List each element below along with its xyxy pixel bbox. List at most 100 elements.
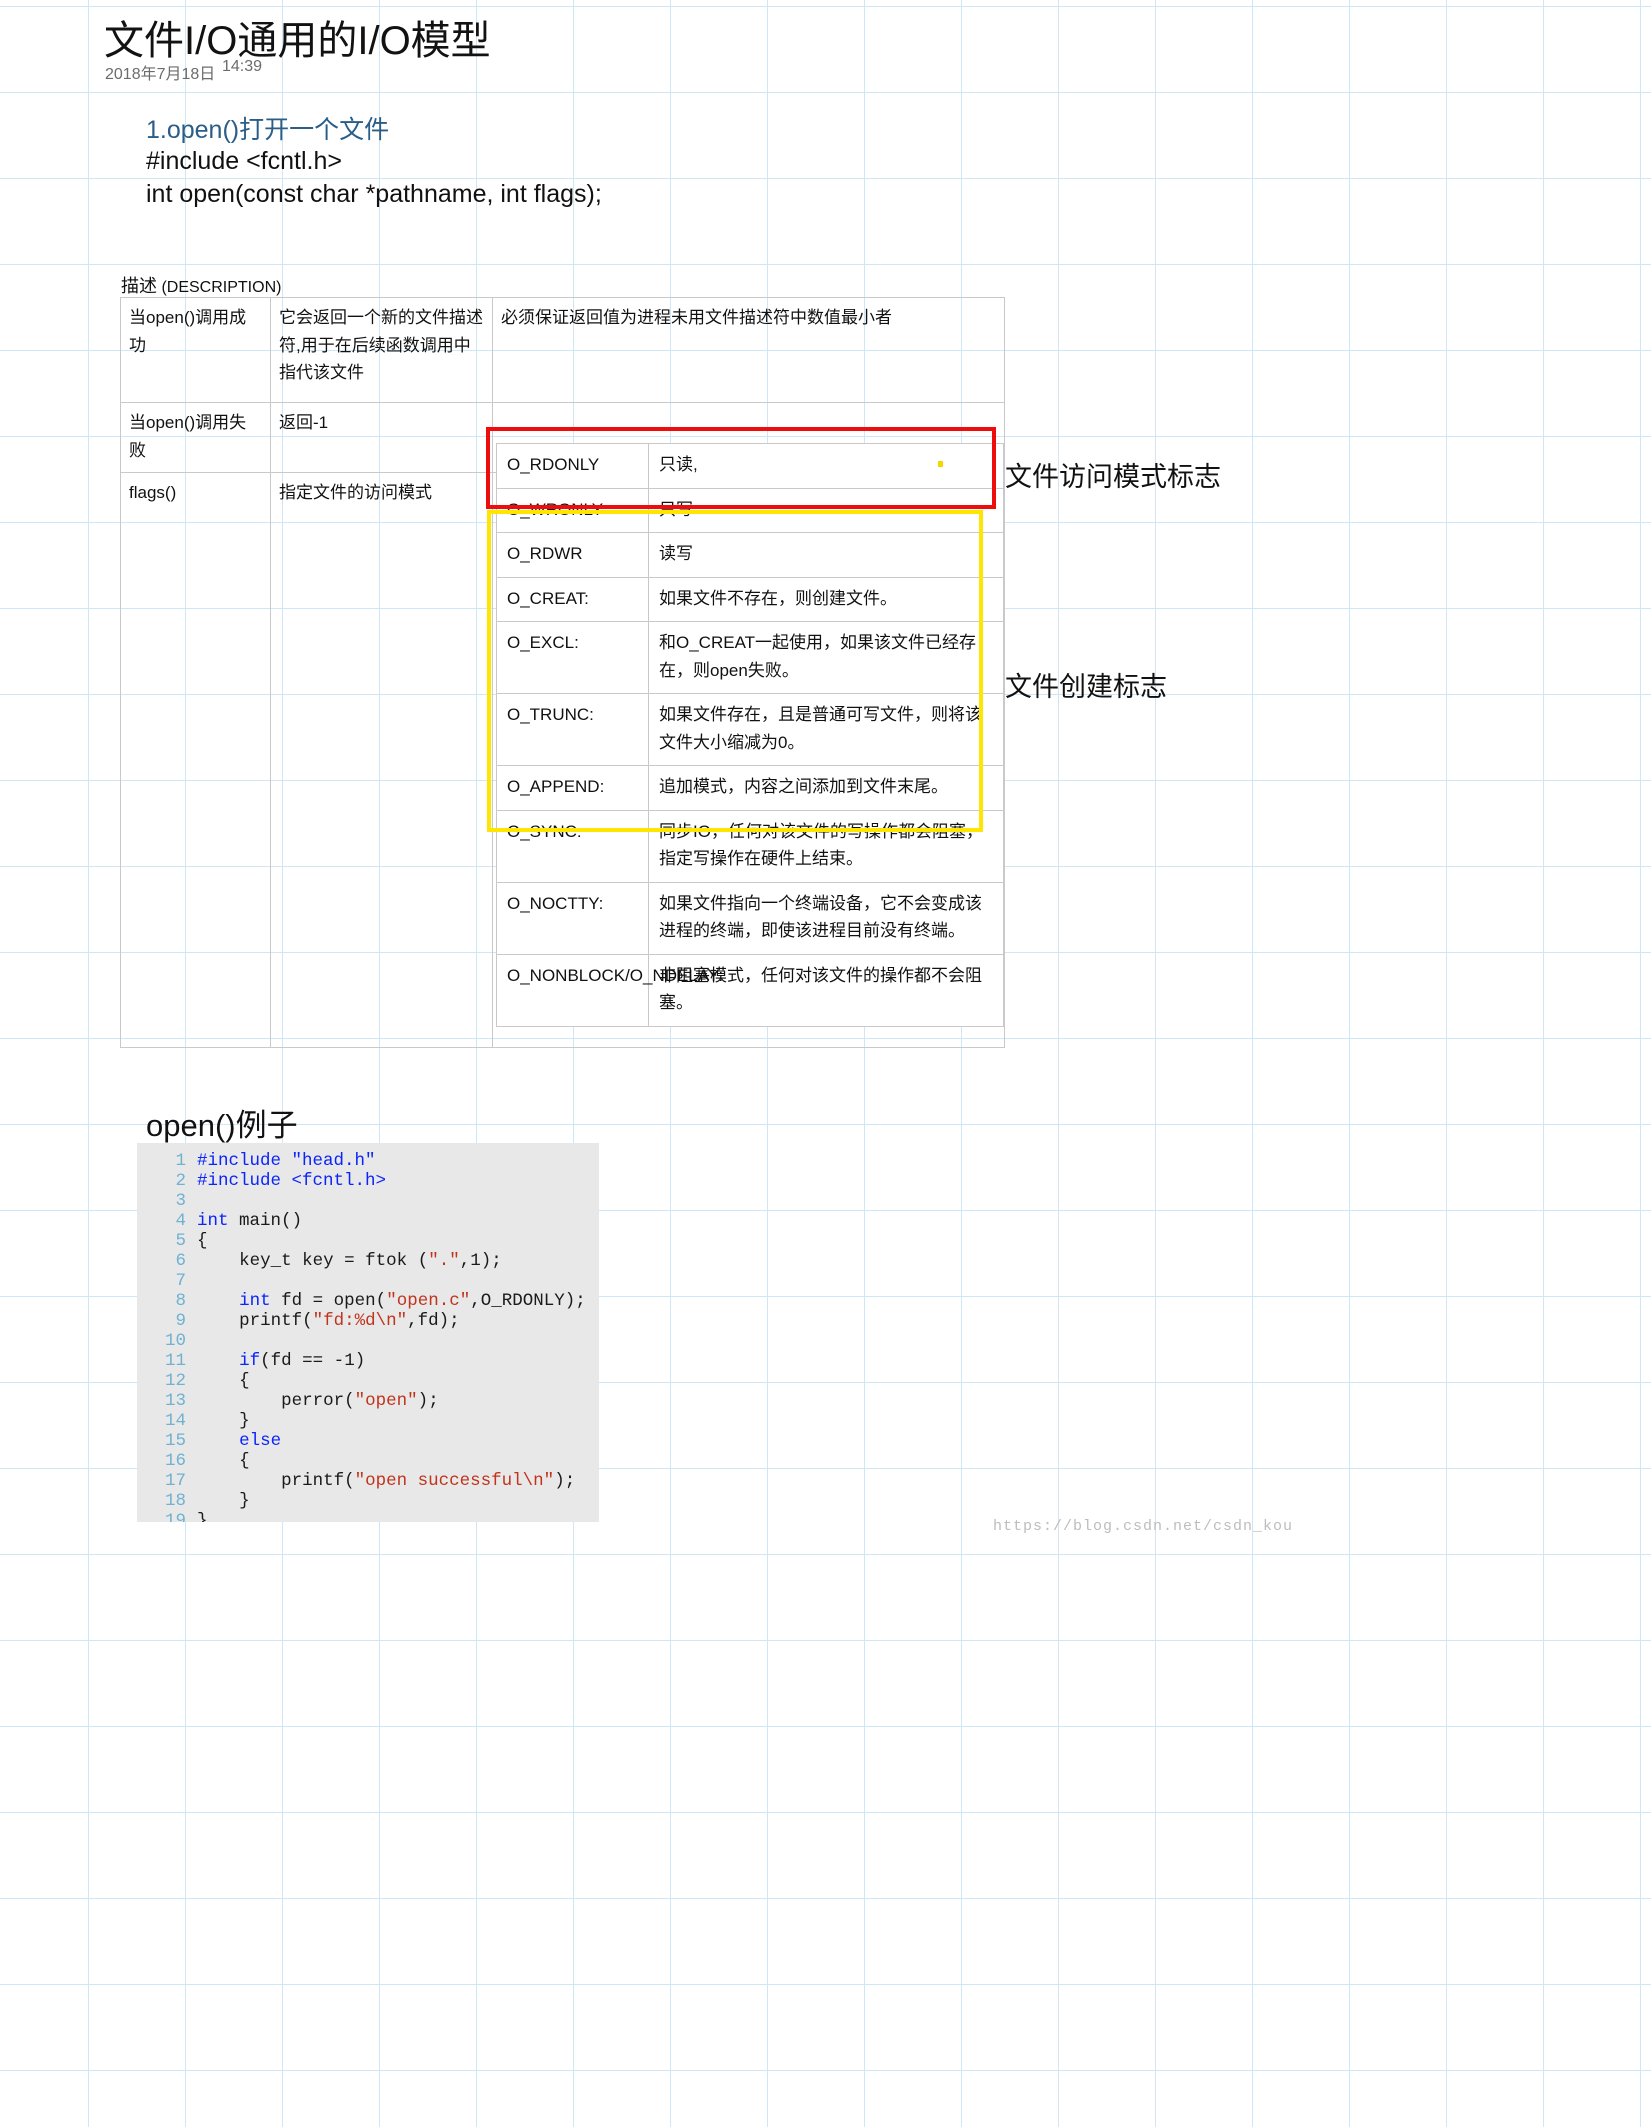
table-row: O_EXCL: 和O_CREAT一起使用，如果该文件已经存在，则open失败。: [496, 621, 1004, 695]
line-content: printf("open successful\n");: [281, 1471, 576, 1491]
code-line: 7: [137, 1271, 599, 1291]
line-number: 10: [164, 1331, 186, 1351]
line-number: 16: [164, 1451, 186, 1471]
table-row: O_RDWR 读写: [496, 532, 1004, 578]
cell-note: 必须保证返回值为进程未用文件描述符中数值最小者: [492, 297, 1005, 403]
annotation-create-flag: 文件创建标志: [1005, 672, 1167, 702]
line-number: 6: [175, 1251, 186, 1271]
page-title: 文件I/O通用的I/O模型: [104, 19, 491, 63]
example-heading: open()例子: [146, 1108, 298, 1143]
line-content: int main(): [197, 1211, 303, 1231]
line-number: 1: [175, 1151, 186, 1171]
line-content: int fd = open("open.c",O_RDONLY);: [239, 1291, 586, 1311]
flag-name: O_TRUNC:: [496, 693, 649, 767]
flag-name: O_SYNC:: [496, 809, 649, 883]
flag-name: O_APPEND:: [496, 765, 649, 811]
line-content: }: [197, 1511, 208, 1522]
code-line: 11 if(fd == -1): [137, 1351, 599, 1371]
open-prototype: int open(const char *pathname, int flags…: [146, 180, 602, 208]
table-row: O_APPEND: 追加模式，内容之间添加到文件末尾。: [496, 765, 1004, 811]
code-line: 6 key_t key = ftok (".",1);: [137, 1251, 599, 1271]
flag-desc: 非阻塞模式，任何对该文件的操作都不会阻塞。: [648, 953, 1004, 1027]
line-content: }: [239, 1491, 250, 1511]
code-line: 9 printf("fd:%d\n",fd);: [137, 1311, 599, 1331]
line-content: {: [239, 1451, 250, 1471]
line-number: 11: [164, 1351, 186, 1371]
flag-name: O_EXCL:: [496, 621, 649, 695]
code-line: 8 int fd = open("open.c",O_RDONLY);: [137, 1291, 599, 1311]
line-content: }: [239, 1411, 250, 1431]
code-line: 1 #include "head.h": [137, 1151, 599, 1171]
page-date: 2018年7月18日: [105, 66, 216, 83]
table-row: O_CREAT: 如果文件不存在，则创建文件。: [496, 576, 1004, 623]
watermark: https://blog.csdn.net/csdn_kou: [993, 1518, 1294, 1535]
flag-desc: 如果文件不存在，则创建文件。: [648, 576, 1004, 623]
flag-desc: 只读,: [648, 443, 1004, 489]
include-statement: #include <fcntl.h>: [146, 147, 342, 175]
line-number: 2: [175, 1171, 186, 1191]
line-number: 3: [175, 1191, 186, 1211]
line-number: 4: [175, 1211, 186, 1231]
flag-desc: 如果文件存在，且是普通可写文件，则将该文件大小缩减为0。: [648, 693, 1004, 767]
yellow-marker-dot: [938, 461, 943, 467]
cell-result: 返回-1: [270, 401, 493, 474]
code-line: 19}: [137, 1511, 599, 1522]
line-number: 8: [175, 1291, 186, 1311]
flag-desc: 和O_CREAT一起使用，如果该文件已经存在，则open失败。: [648, 621, 1004, 695]
flag-desc: 读写: [648, 532, 1004, 578]
line-content: #include "head.h": [197, 1151, 376, 1171]
table-row: O_NONBLOCK/O_NDELAY: 非阻塞模式，任何对该文件的操作都不会阻塞…: [496, 953, 1004, 1027]
line-number: 5: [175, 1231, 186, 1251]
code-line: 18 }: [137, 1491, 599, 1511]
flag-name: O_RDWR: [496, 532, 649, 578]
line-number: 18: [164, 1491, 186, 1511]
description-caption-cn: 描述: [121, 276, 157, 296]
open-flags-table: O_RDONLY 只读, O_WRONLY 只写 O_RDWR 读写 O_CREAT:…: [496, 443, 1004, 1027]
line-number: 9: [175, 1311, 186, 1331]
code-line: 17 printf("open successful\n");: [137, 1471, 599, 1491]
description-caption-en: (DESCRIPTION): [157, 279, 282, 296]
code-line: 4 int main(): [137, 1211, 599, 1231]
flag-desc: 追加模式，内容之间添加到文件末尾。: [648, 765, 1004, 811]
code-line: 10: [137, 1331, 599, 1351]
line-number: 13: [164, 1391, 186, 1411]
table-row: O_RDONLY 只读,: [496, 443, 1004, 489]
cell-condition: flags(): [120, 472, 271, 1049]
table-row: O_TRUNC: 如果文件存在，且是普通可写文件，则将该文件大小缩减为0。: [496, 693, 1004, 767]
flag-desc: 同步IO，任何对该文件的写操作都会阻塞，指定写操作在硬件上结束。: [648, 809, 1004, 883]
cell-result: 它会返回一个新的文件描述符,用于在后续函数调用中指代该文件: [270, 297, 493, 403]
line-content: {: [197, 1231, 208, 1251]
line-content: key_t key = ftok (".",1);: [239, 1251, 502, 1271]
page-time: 14:39: [222, 58, 263, 75]
flag-name: O_NONBLOCK/O_NDELAY:: [496, 953, 723, 1027]
description-caption: 描述 (DESCRIPTION): [121, 272, 281, 298]
annotation-access-mode: 文件访问模式标志: [1005, 462, 1221, 492]
line-number: 7: [175, 1271, 186, 1291]
table-row: O_WRONLY 只写: [496, 487, 1004, 534]
line-content: if(fd == -1): [239, 1351, 366, 1371]
line-content: else: [239, 1431, 282, 1451]
code-line: 16 {: [137, 1451, 599, 1471]
flag-desc: 如果文件指向一个终端设备，它不会变成该进程的终端，即使该进程目前没有终端。: [648, 881, 1004, 955]
line-number: 17: [164, 1471, 186, 1491]
flag-name: O_NOCTTY:: [496, 881, 649, 955]
cell-result: 指定文件的访问模式: [270, 472, 493, 1049]
code-line: 13 perror("open");: [137, 1391, 599, 1411]
code-line: 12 {: [137, 1371, 599, 1391]
table-row: O_NOCTTY: 如果文件指向一个终端设备，它不会变成该进程的终端，即使该进程目…: [496, 881, 1004, 955]
code-line: 3: [137, 1191, 599, 1211]
table-row: 当open()调用成功 它会返回一个新的文件描述符,用于在后续函数调用中指代该文…: [120, 297, 1005, 403]
code-line: 14 }: [137, 1411, 599, 1431]
flag-name: O_WRONLY: [496, 487, 649, 534]
code-line: 2 #include <fcntl.h>: [137, 1171, 599, 1191]
line-content: {: [239, 1371, 250, 1391]
line-content: printf("fd:%d\n",fd);: [239, 1311, 460, 1331]
line-number: 19: [164, 1511, 186, 1522]
flag-desc: 只写: [648, 487, 1004, 534]
code-block: 1 #include "head.h" 2 #include <fcntl.h> 3 4 i…: [137, 1143, 599, 1522]
flag-name: O_CREAT:: [496, 576, 649, 623]
cell-condition: 当open()调用失败: [120, 401, 271, 474]
line-number: 12: [164, 1371, 186, 1391]
code-line: 5{: [137, 1231, 599, 1251]
line-number: 14: [164, 1411, 186, 1431]
